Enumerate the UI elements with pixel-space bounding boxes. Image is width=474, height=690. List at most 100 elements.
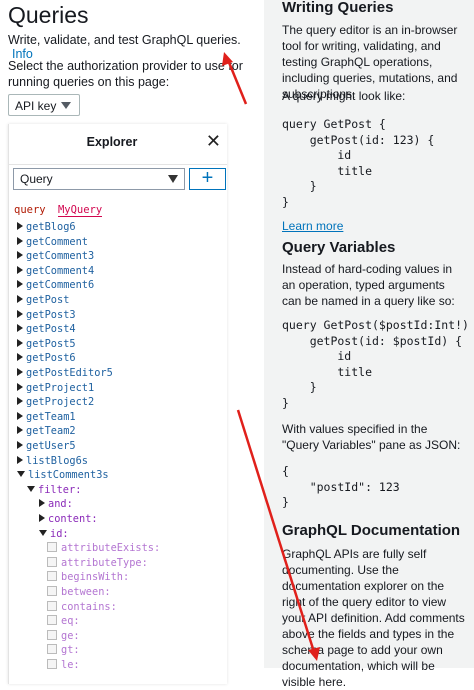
- field-label: getComment: [26, 235, 88, 248]
- field-item[interactable]: getComment6: [17, 278, 94, 292]
- caret-down-icon: [39, 529, 47, 536]
- field-label: getPost5: [26, 337, 76, 350]
- field-item[interactable]: getPostEditor5: [17, 366, 113, 380]
- arg-item-op[interactable]: gt:: [47, 643, 80, 657]
- arg-item-op[interactable]: contains:: [47, 600, 117, 614]
- caret-right-icon: [17, 338, 23, 347]
- caret-down-icon: [61, 102, 71, 109]
- arg-label: between:: [61, 586, 111, 598]
- field-item[interactable]: getBlog6: [17, 220, 76, 234]
- field-item[interactable]: getPost: [17, 293, 69, 307]
- caret-right-icon: [17, 353, 23, 362]
- field-item[interactable]: getTeam2: [17, 424, 76, 438]
- subtitle-text: Write, validate, and test GraphQL querie…: [8, 33, 241, 47]
- field-item[interactable]: getComment3: [17, 249, 94, 263]
- field-item[interactable]: getComment4: [17, 264, 94, 278]
- explorer-title: Explorer: [86, 135, 138, 149]
- arg-item-filter[interactable]: filter:: [27, 483, 81, 497]
- variables-title: Query Variables: [282, 239, 396, 256]
- caret-right-icon: [39, 514, 45, 522]
- query-name[interactable]: MyQuery: [57, 204, 103, 217]
- writing-title: Writing Queries: [282, 0, 394, 16]
- field-label: getPost: [26, 294, 70, 306]
- arg-item-op[interactable]: beginsWith:: [47, 570, 129, 584]
- arg-item-op[interactable]: ge:: [47, 629, 80, 643]
- checkbox[interactable]: [47, 556, 57, 567]
- checkbox[interactable]: [47, 600, 57, 611]
- explorer-panel: Explorer ✕ Query + query MyQuery getBlog…: [8, 124, 227, 684]
- field-item[interactable]: getPost4: [17, 322, 76, 336]
- field-label: getComment4: [26, 264, 95, 277]
- learn-more-wrap: Learn more: [282, 218, 467, 234]
- auth-provider-select[interactable]: API key: [8, 94, 80, 116]
- caret-right-icon: [17, 397, 23, 406]
- field-item[interactable]: getProject2: [17, 395, 94, 409]
- arg-label: le:: [61, 659, 80, 671]
- checkbox[interactable]: [47, 615, 57, 626]
- arg-item-op[interactable]: attributeType:: [47, 556, 148, 570]
- field-label: listComment3s: [28, 469, 109, 482]
- example-code: query GetPost { getPost(id: 123) { id ti…: [282, 117, 435, 209]
- field-label: getPost4: [26, 323, 76, 336]
- caret-right-icon: [17, 295, 23, 303]
- arg-label: and:: [48, 498, 73, 511]
- add-operation-button[interactable]: +: [189, 168, 226, 190]
- caret-right-icon: [17, 251, 23, 260]
- arg-item-op[interactable]: le:: [47, 658, 80, 672]
- checkbox[interactable]: [47, 644, 57, 655]
- field-item[interactable]: getPost3: [17, 308, 76, 322]
- arg-item-op[interactable]: attributeExists:: [47, 541, 160, 555]
- caret-right-icon: [17, 411, 23, 420]
- field-label: getPost3: [26, 308, 76, 321]
- query-keyword: query: [14, 204, 46, 216]
- operation-type-select[interactable]: Query: [13, 168, 185, 190]
- field-item[interactable]: getPost5: [17, 337, 76, 351]
- writing-section: Writing Queries: [282, 0, 467, 16]
- checkbox[interactable]: [47, 542, 57, 553]
- arg-label: id:: [50, 527, 69, 540]
- arg-label: eq:: [61, 615, 80, 628]
- arg-label: filter:: [38, 483, 82, 496]
- caret-right-icon: [17, 324, 23, 333]
- caret-right-icon: [17, 441, 23, 449]
- field-item[interactable]: getUser5: [17, 439, 76, 453]
- learn-more-link[interactable]: Learn more: [282, 219, 343, 233]
- checkbox[interactable]: [47, 586, 57, 596]
- docs-body: GraphQL APIs are fully self documenting.…: [282, 547, 465, 689]
- arg-label: gt:: [61, 644, 80, 657]
- arg-label: contains:: [61, 600, 117, 613]
- page-title: Queries: [8, 2, 89, 28]
- field-item[interactable]: listBlog6s: [17, 454, 88, 468]
- arg-label: beginsWith:: [61, 571, 130, 584]
- checkbox[interactable]: [47, 571, 57, 582]
- caret-right-icon: [17, 222, 23, 230]
- field-item[interactable]: getTeam1: [17, 410, 76, 424]
- arg-item-op[interactable]: eq:: [47, 614, 80, 628]
- checkbox[interactable]: [47, 629, 57, 640]
- caret-down-icon: [168, 175, 178, 183]
- variables-section: Query Variables: [282, 240, 467, 256]
- field-item[interactable]: getPost6: [17, 351, 76, 365]
- arg-item-op[interactable]: between:: [47, 585, 111, 599]
- field-item-expanded[interactable]: listComment3s: [17, 468, 109, 482]
- caret-right-icon: [17, 265, 23, 274]
- caret-down-icon: [17, 471, 25, 478]
- caret-right-icon: [17, 382, 23, 391]
- field-item[interactable]: getProject1: [17, 381, 94, 395]
- field-item[interactable]: getComment: [17, 235, 88, 249]
- arg-item-and[interactable]: and:: [39, 497, 73, 511]
- auth-description: Select the authorization provider to use…: [8, 59, 243, 89]
- variables-body: Instead of hard-coding values in an oper…: [282, 262, 455, 308]
- field-label: getPost6: [26, 352, 76, 365]
- caret-right-icon: [39, 499, 45, 508]
- arg-label: ge:: [61, 629, 80, 642]
- close-icon[interactable]: ✕: [206, 132, 221, 150]
- auth-provider-value: API key: [15, 99, 57, 113]
- caret-right-icon: [17, 455, 23, 464]
- explorer-divider: [9, 164, 227, 165]
- arg-item-content[interactable]: content:: [39, 512, 98, 526]
- arg-item-id[interactable]: id:: [39, 527, 69, 541]
- field-label: getComment6: [26, 279, 95, 292]
- field-label: getPostEditor5: [26, 367, 113, 379]
- caret-right-icon: [17, 236, 23, 245]
